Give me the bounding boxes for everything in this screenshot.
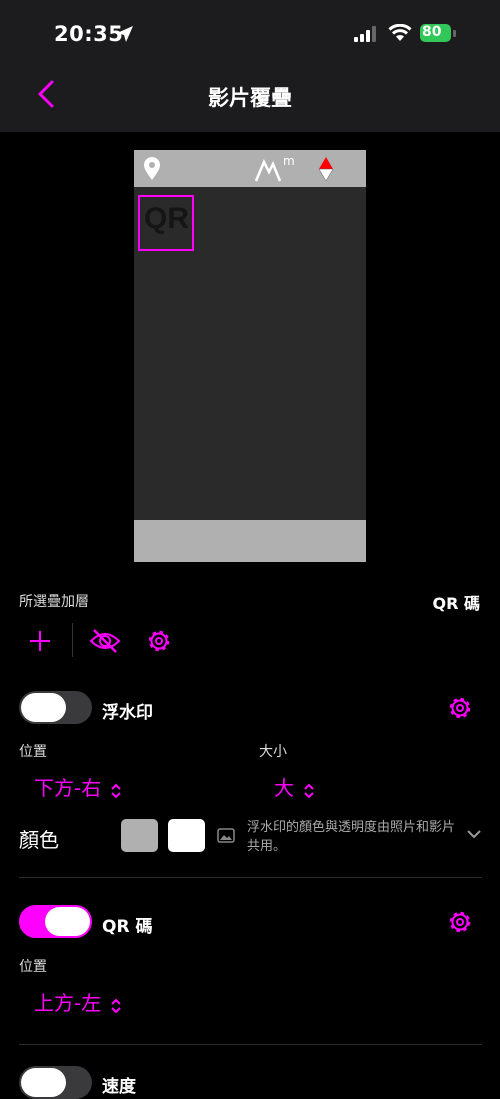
toolbar-divider: [72, 623, 73, 657]
image-icon: [217, 828, 235, 843]
page-title: 影片覆疊: [208, 86, 292, 110]
qrcode-position-label: 位置: [19, 959, 47, 975]
add-layer-icon[interactable]: [29, 630, 51, 652]
selected-layer-label: 所選疊加層: [19, 594, 89, 610]
cellular-signal-icon: [354, 26, 376, 42]
section-divider: [19, 877, 482, 878]
qr-overlay-badge: QR: [144, 202, 189, 235]
updown-chevron-icon: [304, 783, 314, 798]
location-arrow-icon: [117, 26, 133, 42]
preview-bottom-bar: [134, 520, 366, 562]
watermark-color-label: 顏色: [19, 828, 59, 852]
qrcode-title: QR 碼: [102, 917, 153, 937]
watermark-position-select[interactable]: 下方-右: [34, 772, 122, 801]
toggle-knob: [21, 693, 66, 722]
qrcode-settings-gear-icon[interactable]: [447, 909, 473, 935]
overlay-preview: m QR: [134, 150, 366, 562]
watermark-toggle[interactable]: [19, 691, 92, 724]
watermark-color-note: 浮水印的顏色與透明度由照片和影片共用。: [247, 820, 456, 854]
chevron-down-icon[interactable]: [467, 829, 481, 839]
color-swatch-white[interactable]: [168, 819, 205, 852]
watermark-settings-gear-icon[interactable]: [447, 695, 473, 721]
watermark-title: 浮水印: [102, 703, 153, 723]
battery-level: 80: [422, 24, 442, 40]
selected-layer-value: QR 碼: [432, 594, 481, 613]
qrcode-toggle[interactable]: [19, 905, 92, 938]
preview-top-bar: m: [134, 150, 366, 187]
status-bar: 20:35 80: [0, 0, 500, 64]
compass-icon: [318, 157, 334, 182]
battery-cap: [453, 30, 456, 37]
watermark-size-select[interactable]: 大: [274, 772, 315, 801]
toggle-knob: [21, 1068, 66, 1097]
map-pin-icon: [144, 157, 160, 180]
color-swatch-gray[interactable]: [121, 819, 158, 852]
watermark-size-value: 大: [274, 776, 294, 800]
battery-indicator: 80: [420, 24, 451, 42]
altitude-unit: m: [283, 154, 295, 168]
updown-chevron-icon: [111, 998, 122, 1013]
status-time: 20:35: [54, 22, 124, 46]
mountain-icon: [255, 159, 281, 182]
watermark-position-label: 位置: [19, 744, 47, 760]
section-divider: [19, 1044, 482, 1045]
layer-settings-gear-icon[interactable]: [146, 628, 172, 654]
watermark-position-value: 下方-右: [34, 776, 102, 800]
wifi-icon: [388, 24, 412, 41]
watermark-size-label: 大小: [259, 744, 287, 760]
updown-chevron-icon: [111, 783, 122, 798]
toggle-knob: [45, 907, 90, 936]
speed-title: 速度: [102, 1077, 136, 1097]
speed-toggle[interactable]: [19, 1066, 92, 1099]
qrcode-position-select[interactable]: 上方-左: [34, 987, 122, 1016]
hide-layer-icon[interactable]: [89, 628, 121, 654]
qrcode-position-value: 上方-左: [34, 991, 102, 1015]
